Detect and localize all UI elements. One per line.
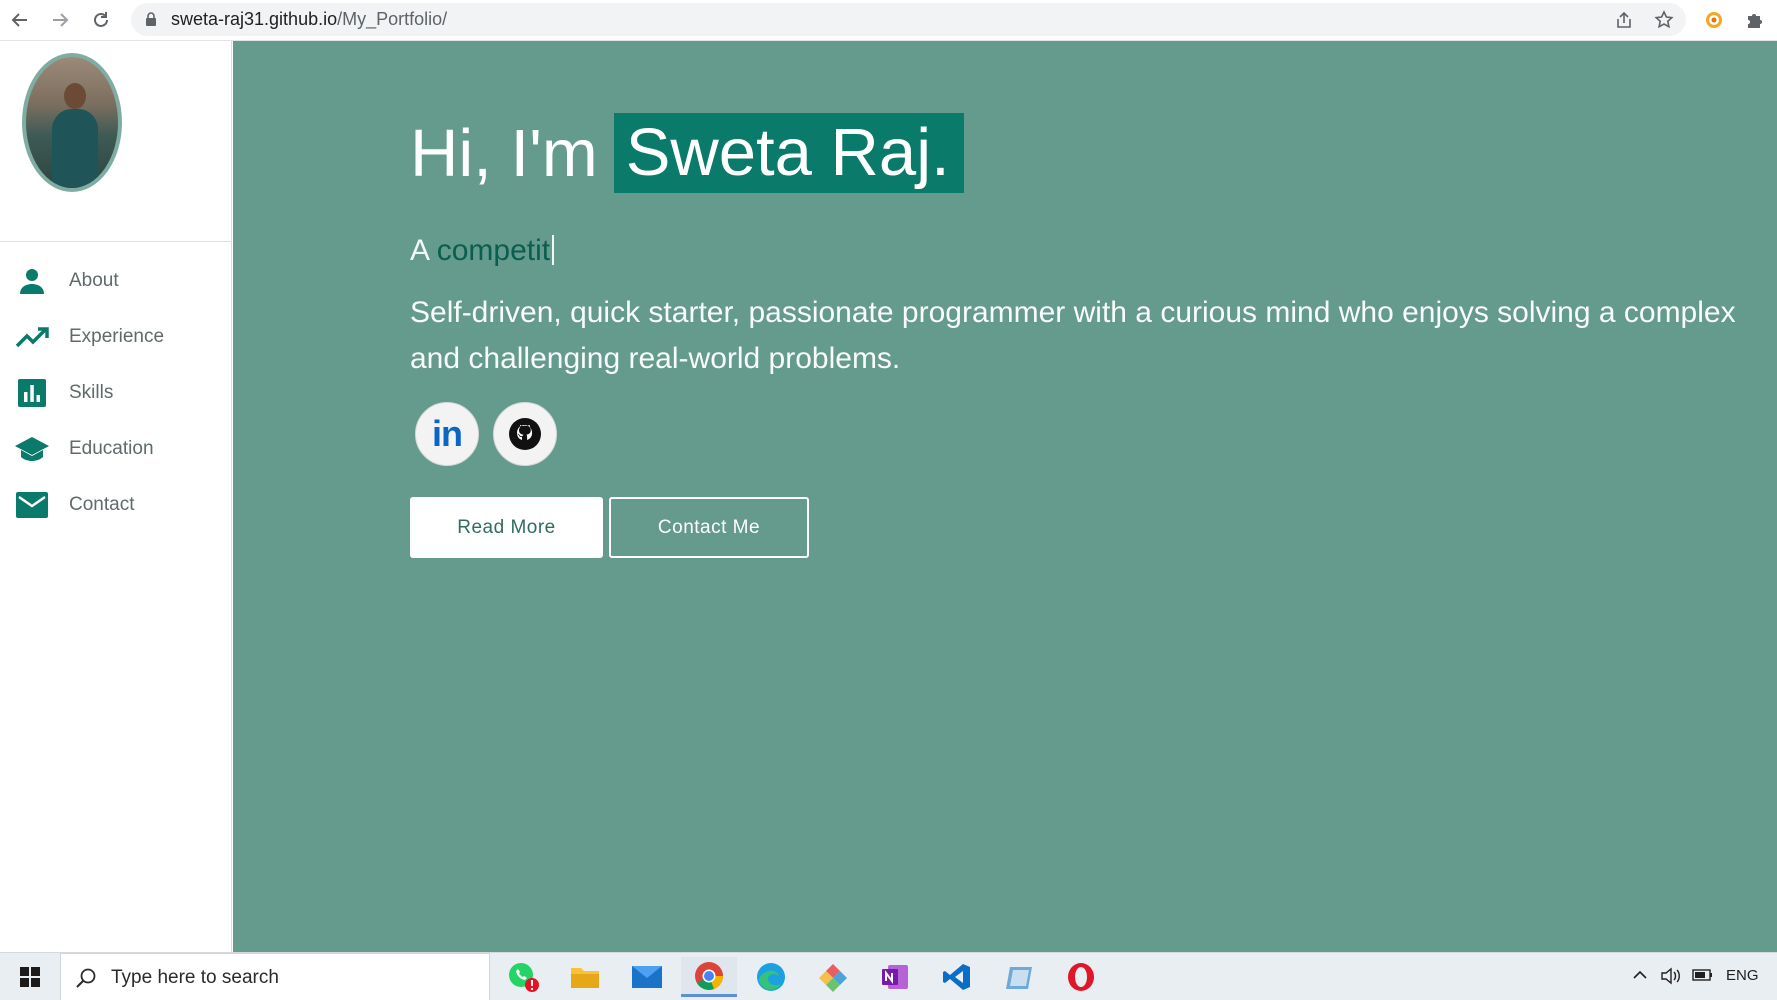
sidebar-item-label: Skills	[69, 382, 114, 403]
arrow-left-icon	[11, 13, 27, 27]
reload-icon	[94, 12, 108, 27]
chrome-icon	[695, 961, 723, 990]
sidebar-item-about[interactable]: About	[0, 253, 232, 309]
hero-name: Sweta Raj.	[613, 113, 964, 193]
typing-cursor	[552, 235, 555, 265]
url-host: sweta-raj31.github.io	[171, 9, 338, 29]
taskbar-mail[interactable]	[619, 957, 675, 997]
windows-icon	[20, 967, 40, 987]
hero-section: Hi, I'm Sweta Raj. A competit Self-drive…	[233, 41, 1777, 952]
tray-overflow-button[interactable]	[1632, 967, 1648, 987]
tray-battery-button[interactable]	[1692, 967, 1714, 987]
diamond-app-icon	[819, 964, 847, 992]
taskbar-opera[interactable]	[1053, 957, 1109, 997]
sidebar-item-label: Contact	[69, 494, 135, 515]
back-button[interactable]	[6, 6, 34, 34]
hero-bio: Self-driven, quick starter, passionate p…	[410, 296, 1736, 375]
extensions-menu-button[interactable]	[1740, 6, 1768, 34]
taskbar-onenote[interactable]	[867, 957, 923, 997]
bar-chart-icon	[14, 375, 50, 411]
taskbar-vscode[interactable]	[929, 957, 985, 997]
whatsapp-icon	[509, 963, 539, 992]
search-icon	[76, 968, 96, 988]
mail-app-icon	[632, 966, 662, 988]
bookmark-button[interactable]	[1650, 6, 1678, 34]
chevron-up-icon	[1633, 970, 1647, 979]
taskbar: Type here to search ENG	[0, 952, 1777, 1000]
share-button[interactable]	[1610, 6, 1638, 34]
battery-icon	[1692, 969, 1712, 981]
greeting-text: Hi, I'm	[410, 115, 598, 191]
github-icon	[509, 418, 541, 450]
edge-icon	[757, 963, 785, 991]
search-placeholder: Type here to search	[111, 967, 279, 988]
tray-volume-button[interactable]	[1660, 967, 1682, 989]
sidebar-nav: About Experience Skills Education Contac…	[0, 253, 232, 533]
hero-heading: Hi, I'm Sweta Raj.	[410, 113, 964, 193]
forward-button[interactable]	[46, 6, 74, 34]
url-path: /My_Portfolio/	[337, 9, 448, 29]
opera-icon	[1068, 963, 1094, 991]
puzzle-icon	[1748, 14, 1762, 28]
graduation-cap-icon	[14, 431, 50, 467]
sidebar-item-experience[interactable]: Experience	[0, 309, 232, 365]
mail-icon	[14, 487, 50, 523]
star-icon	[1654, 10, 1674, 29]
taskbar-file-explorer[interactable]	[557, 957, 613, 997]
contact-me-button[interactable]: Contact Me	[609, 497, 809, 558]
start-button[interactable]	[0, 953, 60, 1000]
extension-compass-icon	[1706, 12, 1722, 28]
trending-up-icon	[14, 319, 50, 355]
extension-button[interactable]	[1700, 6, 1728, 34]
sidebar-item-education[interactable]: Education	[0, 421, 232, 477]
reload-button[interactable]	[87, 6, 115, 34]
lock-icon	[146, 12, 156, 26]
sidebar-divider	[0, 241, 232, 242]
linkedin-button[interactable]: in	[415, 402, 479, 466]
taskbar-search-input[interactable]: Type here to search	[60, 953, 490, 1000]
taskbar-whatsapp[interactable]	[496, 957, 552, 997]
share-icon	[1617, 11, 1631, 28]
speaker-icon	[1661, 967, 1680, 985]
onenote-icon	[882, 965, 908, 989]
gallery-app-icon	[1006, 967, 1032, 989]
sidebar-item-contact[interactable]: Contact	[0, 477, 232, 533]
folder-icon	[571, 968, 599, 988]
typed-tagline: A competit	[410, 234, 555, 268]
sidebar: About Experience Skills Education Contac…	[0, 41, 232, 952]
taskbar-app-gallery[interactable]	[991, 957, 1047, 997]
person-icon	[14, 263, 50, 299]
avatar	[22, 53, 122, 192]
taskbar-chrome[interactable]	[681, 957, 737, 997]
url-text: sweta-raj31.github.io/My_Portfolio/	[171, 9, 447, 30]
sidebar-item-label: Education	[69, 438, 154, 459]
typed-word: competit	[436, 234, 551, 267]
sidebar-item-label: Experience	[69, 326, 165, 347]
tray-language[interactable]: ENG	[1726, 967, 1759, 984]
browser-toolbar: sweta-raj31.github.io/My_Portfolio/	[0, 0, 1777, 41]
sidebar-item-skills[interactable]: Skills	[0, 365, 232, 421]
github-button[interactable]	[493, 402, 557, 466]
read-more-button[interactable]: Read More	[410, 497, 603, 558]
sidebar-item-label: About	[69, 270, 119, 291]
arrow-right-icon	[53, 13, 69, 27]
linkedin-icon: in	[432, 413, 463, 454]
taskbar-edge[interactable]	[743, 957, 799, 997]
vscode-icon	[943, 964, 970, 990]
typed-prefix: A	[410, 234, 429, 267]
taskbar-app-diamond[interactable]	[805, 957, 861, 997]
